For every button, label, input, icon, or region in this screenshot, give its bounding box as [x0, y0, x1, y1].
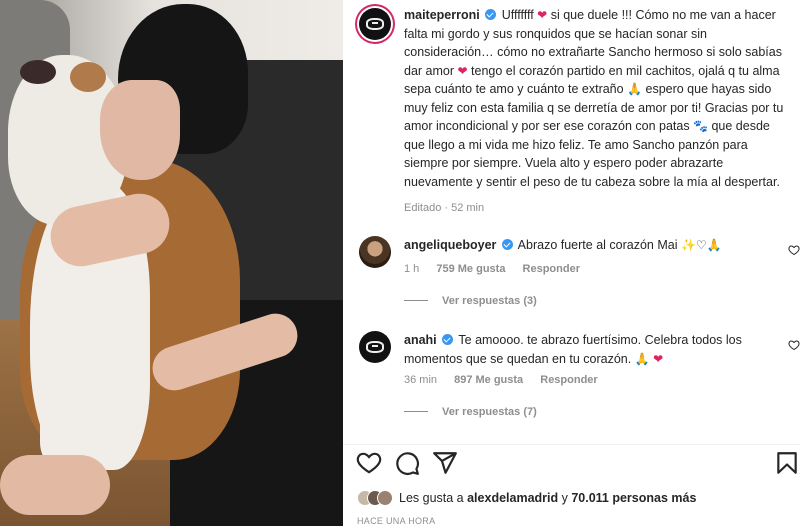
comment-meta: 1 h 759 Me gusta Responder	[404, 263, 594, 275]
liked-user-link[interactable]: alexdelamadrid	[467, 491, 558, 505]
photo-dog-ear	[70, 62, 106, 92]
commenter-avatar[interactable]	[359, 331, 391, 363]
post-side-panel: maiteperroni Ufffffff ❤ si que duele !!!…	[343, 0, 800, 526]
actions-divider	[343, 444, 800, 445]
comment-emojis: ✨♡🙏	[680, 238, 722, 252]
author-avatar[interactable]	[359, 8, 391, 40]
commenter-avatar[interactable]	[359, 236, 391, 268]
praying-hands-icon: 🙏	[634, 351, 650, 366]
comment-body: Abrazo fuerte al corazón Mai	[517, 238, 681, 252]
reply-button[interactable]: Responder	[523, 263, 580, 275]
reply-button[interactable]: Responder	[540, 374, 597, 386]
edited-time: 52 min	[451, 202, 485, 214]
liked-mid: y	[558, 491, 572, 505]
paw-prints-icon: 🐾	[693, 119, 708, 133]
verified-badge-icon	[501, 239, 513, 250]
author-logo-icon	[366, 18, 384, 30]
caption-meta: Editado · 52 min	[404, 202, 485, 214]
comment-time: 36 min	[404, 374, 438, 386]
paper-plane-icon[interactable]	[432, 450, 458, 476]
post-photo[interactable]	[0, 0, 343, 526]
replies-line	[404, 411, 428, 412]
view-replies-button[interactable]: Ver respuestas (7)	[404, 406, 537, 418]
comments-scroll-area[interactable]: maiteperroni Ufffffff ❤ si que duele !!!…	[343, 0, 800, 444]
caption-text: Ufffffff	[501, 8, 538, 22]
photo-dog-nose	[20, 60, 56, 84]
post-caption: maiteperroni Ufffffff ❤ si que duele !!!…	[404, 6, 788, 191]
comment-likes[interactable]: 759 Me gusta	[436, 263, 505, 275]
commenter-username[interactable]: anahi	[404, 333, 437, 347]
comment-like-icon[interactable]	[788, 339, 800, 351]
comment-bubble-icon[interactable]	[394, 450, 420, 476]
likes-count-link[interactable]: 70.011 personas más	[571, 491, 696, 505]
liked-prefix: Les gusta a	[399, 491, 468, 505]
view-replies-button[interactable]: Ver respuestas (3)	[404, 295, 537, 307]
replies-line	[404, 300, 428, 301]
red-heart-icon: ❤	[537, 8, 548, 22]
commenter-username[interactable]: angeliqueboyer	[404, 238, 496, 252]
action-bar	[343, 446, 800, 482]
verified-badge-icon	[485, 9, 497, 20]
comment-likes[interactable]: 897 Me gusta	[454, 374, 523, 386]
praying-hands-icon: 🙏	[627, 82, 643, 96]
author-username[interactable]: maiteperroni	[404, 8, 480, 22]
photo-woman-foot	[0, 455, 110, 515]
commenter-logo-icon	[366, 341, 384, 353]
view-replies-label: Ver respuestas (7)	[442, 406, 537, 418]
comment-like-icon[interactable]	[788, 244, 800, 256]
view-replies-label: Ver respuestas (3)	[442, 295, 537, 307]
red-heart-icon: ❤	[457, 63, 468, 78]
post-time-ago: HACE UNA HORA	[357, 516, 436, 526]
comment-text: anahi Te amoooo. te abrazo fuertísimo. C…	[404, 331, 774, 368]
comment-meta: 36 min 897 Me gusta Responder	[404, 374, 612, 386]
edited-label: Editado	[404, 202, 442, 214]
liked-by: Les gusta a alexdelamadrid y 70.011 pers…	[357, 490, 696, 510]
heart-outline-icon[interactable]	[356, 450, 382, 476]
red-heart-icon: ❤	[653, 351, 664, 366]
photo-woman-face	[100, 80, 180, 180]
verified-badge-icon	[442, 334, 454, 345]
liker-avatar	[377, 490, 393, 506]
comment-body: Te amoooo. te abrazo fuertísimo. Celebra…	[404, 333, 742, 366]
comment-text: angeliqueboyer Abrazo fuerte al corazón …	[404, 236, 764, 255]
bookmark-icon[interactable]	[774, 450, 800, 476]
comment-time: 1 h	[404, 263, 420, 275]
